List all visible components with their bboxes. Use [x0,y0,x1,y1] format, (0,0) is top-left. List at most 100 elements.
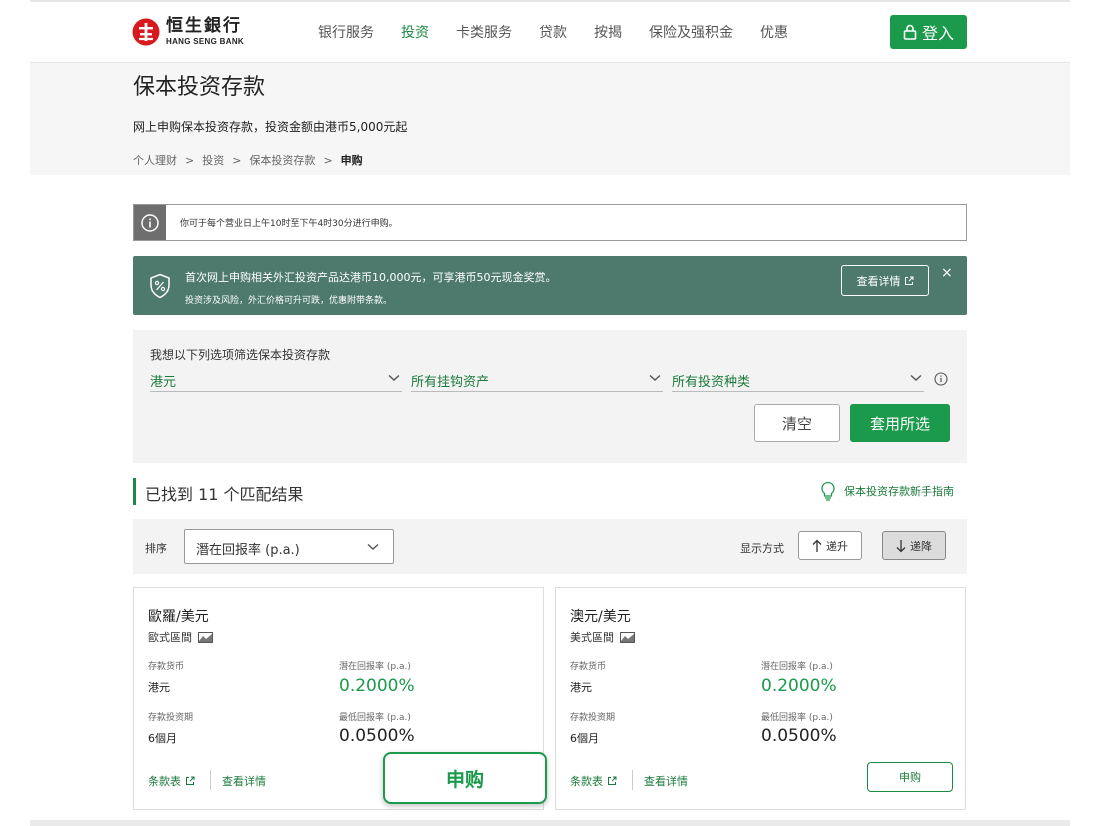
currency-label: 存款货币 [148,662,185,672]
apply-button[interactable]: 申购 [867,762,953,792]
nav-banking[interactable]: 银行服务 [318,22,374,42]
lock-icon [903,24,917,40]
hang-seng-logo[interactable]: 恒生銀行 HANG SENG BANK [132,16,244,48]
potential-return-value: 0.2000% [339,676,415,696]
nav-mortgage[interactable]: 按揭 [594,22,622,42]
product-title: 歐羅/美元 [148,609,209,625]
logo-chinese-text: 恒生銀行 [166,16,242,36]
floating-apply-button[interactable]: 申购 [383,752,547,804]
apply-filter-button[interactable]: 套用所选 [850,404,950,442]
arrow-down-icon [896,539,906,552]
shield-percent-icon [150,273,170,299]
term-sheet-label: 条款表 [148,775,181,788]
result-accent-bar [133,478,136,505]
breadcrumb: 个人理财 > 投资 > 保本投资存款 > 申购 [133,152,363,168]
clear-button[interactable]: 清空 [754,404,840,442]
result-count: 已找到 11 个匹配结果 [145,485,304,504]
sort-label: 排序 [145,542,167,555]
ascending-button[interactable]: 递升 [798,531,862,560]
login-label: 登入 [921,24,954,43]
potential-return-value: 0.2000% [761,676,837,696]
tenor-label: 存款投资期 [570,713,616,723]
promo-banner: 首次网上申购相关外汇投资产品达港币10,000元，可享港币50元现金奖赏。 投资… [133,256,967,315]
potential-return-label: 潛在回报率 (p.a.) [339,662,411,672]
term-sheet-link[interactable]: 条款表 [148,773,195,789]
nav-cards[interactable]: 卡类服务 [456,22,512,42]
link-divider [632,770,633,790]
potential-return-label: 潛在回报率 (p.a.) [761,662,833,672]
minimum-return-label: 最低回报率 (p.a.) [339,713,411,723]
arrow-up-icon [812,539,822,552]
chevron-down-icon [367,543,379,550]
currency-select[interactable]: 港元 [150,368,402,392]
close-icon[interactable]: × [941,265,953,281]
link-divider [210,770,211,790]
external-link-icon [186,776,195,785]
lightbulb-icon [821,481,835,501]
chart-icon [198,631,213,643]
beginner-guide-link[interactable]: 保本投资存款新手指南 [820,481,954,501]
notice-banner: 你可于每个营业日上午10时至下午4时30分进行申购。 [133,204,967,241]
product-type: 美式區間 [570,629,635,645]
currency-value: 港元 [148,681,170,694]
product-type-label: 美式區間 [570,631,614,644]
info-icon[interactable] [934,372,948,386]
sort-select[interactable]: 潛在回报率 (p.a.) [184,529,394,564]
page-subtitle: 网上申购保本投资存款，投资金额由港币5,000元起 [133,120,408,134]
product-type: 歐式區間 [148,629,213,645]
page-title: 保本投资存款 [133,75,266,100]
tenor-value: 6個月 [148,732,177,745]
currency-select-value: 港元 [150,375,177,390]
underlying-asset-select-value: 所有挂钩资产 [411,375,490,390]
filter-title: 我想以下列选项筛选保本投资存款 [150,348,331,362]
underlying-asset-select[interactable]: 所有挂钩资产 [411,368,663,392]
minimum-return-label: 最低回报率 (p.a.) [761,713,833,723]
chart-icon [620,631,635,643]
product-title: 澳元/美元 [570,609,631,625]
investment-type-select[interactable]: 所有投资种类 [672,368,924,392]
breadcrumb-capital-protected[interactable]: 保本投资存款 [249,152,315,168]
currency-label: 存款货币 [570,662,607,672]
breadcrumb-current: 申购 [340,154,363,167]
nav-insurance-mpf[interactable]: 保险及强积金 [649,22,733,42]
info-icon [141,213,159,232]
page-bottom-strip [30,820,1070,826]
sort-select-value: 潛在回报率 (p.a.) [196,543,300,558]
descending-button[interactable]: 递降 [882,531,946,560]
nav-loans[interactable]: 贷款 [539,22,567,42]
hang-seng-logo-icon [132,18,160,46]
chevron-right-icon: > [232,153,242,167]
promo-details-button[interactable]: 查看详情 [841,265,929,296]
chevron-right-icon: > [185,153,195,167]
notice-text: 你可于每个营业日上午10时至下午4时30分进行申购。 [180,219,398,229]
currency-value: 港元 [570,681,592,694]
investment-type-select-value: 所有投资种类 [672,375,751,390]
descending-label: 递降 [910,539,932,553]
display-order-label: 显示方式 [740,542,784,555]
chevron-down-icon [388,374,400,381]
chevron-down-icon [910,374,922,381]
beginner-guide-label: 保本投资存款新手指南 [844,485,954,498]
nav-investment[interactable]: 投资 [401,22,429,42]
product-type-label: 歐式區間 [148,631,192,644]
term-sheet-link[interactable]: 条款表 [570,773,617,789]
view-details-link[interactable]: 查看详情 [644,773,688,789]
tenor-label: 存款投资期 [148,713,194,723]
promo-details-label: 查看详情 [856,274,901,288]
tenor-value: 6個月 [570,732,599,745]
notice-icon-box [134,205,166,240]
filter-panel: 我想以下列选项筛选保本投资存款 港元 所有挂钩资产 所有投资种类 清空 套用所选 [133,330,967,463]
minimum-return-value: 0.0500% [761,726,837,746]
breadcrumb-investment[interactable]: 投资 [202,152,224,168]
breadcrumb-personal[interactable]: 个人理财 [133,152,177,168]
view-details-link[interactable]: 查看详情 [222,773,266,789]
chevron-down-icon [649,374,661,381]
promo-text-main: 首次网上申购相关外汇投资产品达港币10,000元，可享港币50元现金奖赏。 [185,271,557,284]
product-card: 澳元/美元 美式區間 存款货币 港元 潛在回报率 (p.a.) 0.2000% … [555,587,966,810]
nav-offers[interactable]: 优惠 [760,22,788,42]
sort-bar: 排序 潛在回报率 (p.a.) 显示方式 递升 递降 [133,519,967,574]
promo-text-disclaimer: 投资涉及风险，外汇价格可升可跌，优惠附带条款。 [185,296,393,306]
minimum-return-value: 0.0500% [339,726,415,746]
login-button[interactable]: 登入 [890,15,967,49]
main-nav: 银行服务 投资 卡类服务 贷款 按揭 保险及强积金 优惠 [318,22,815,42]
